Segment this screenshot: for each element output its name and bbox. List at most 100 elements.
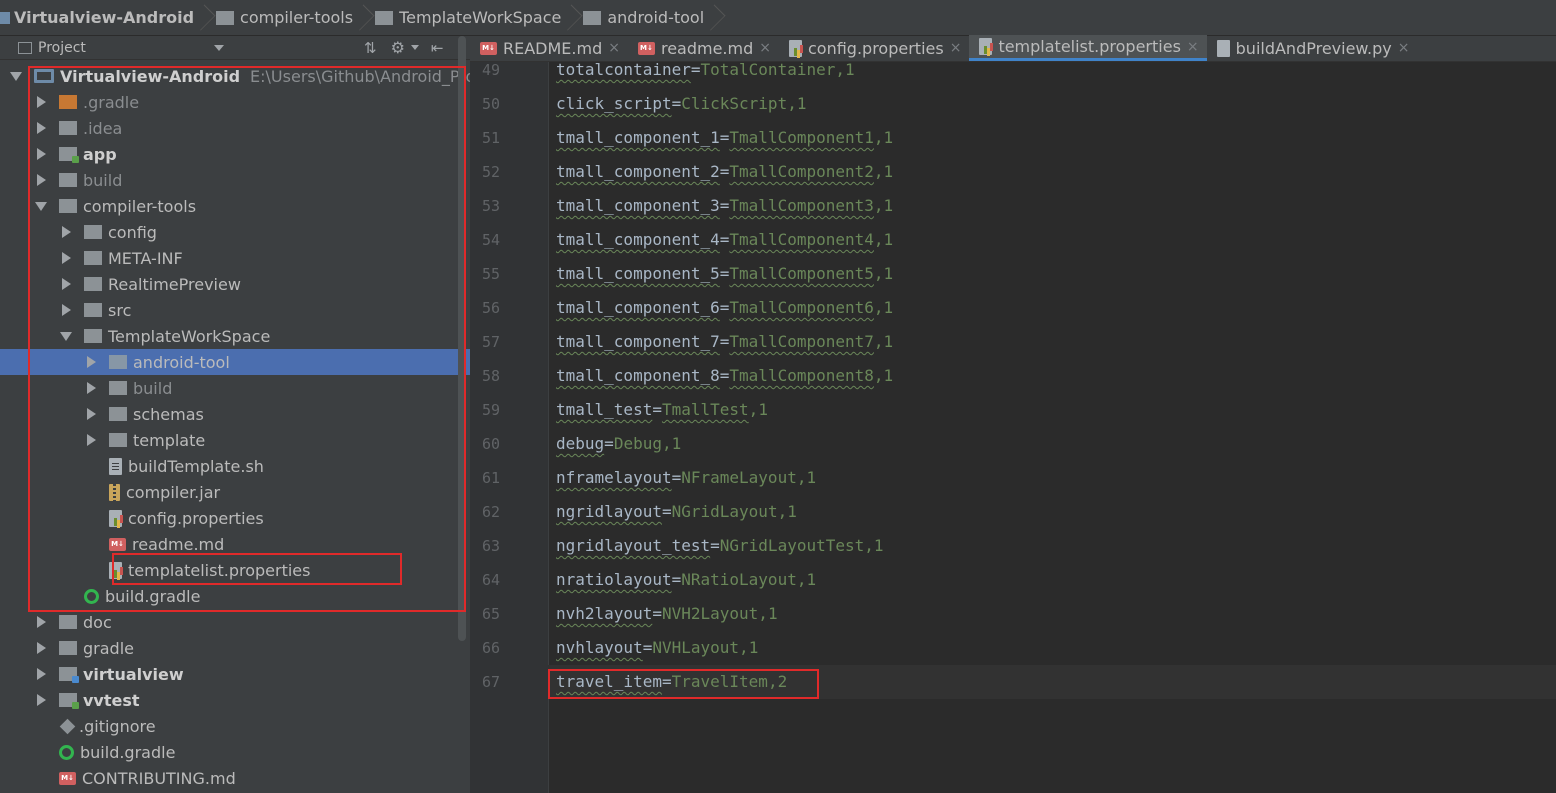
close-tab-icon[interactable]: × [950, 40, 962, 56]
property-key: click_script [556, 94, 672, 113]
properties-file-icon [789, 39, 802, 57]
code-line[interactable]: tmall_component_7=TmallComponent7,1 [556, 325, 893, 359]
breadcrumb-item[interactable]: Virtualview-Android [0, 0, 216, 36]
property-number: 1 [845, 62, 855, 79]
code-line[interactable]: tmall_component_4=TmallComponent4,1 [556, 223, 893, 257]
property-value: NGridLayout [671, 502, 778, 521]
assignment-operator: = [652, 604, 662, 623]
code-line[interactable]: ngridlayout=NGridLayout,1 [556, 495, 797, 529]
project-panel-title[interactable]: Project [38, 40, 214, 56]
tree-node[interactable]: virtualview [0, 661, 470, 687]
property-value: TotalContainer [700, 62, 836, 79]
editor-tab[interactable]: buildAndPreview.py × [1207, 35, 1418, 61]
breadcrumb-separator [353, 0, 363, 36]
breadcrumb-separator [561, 0, 571, 36]
code-line[interactable]: nratiolayout=NRatioLayout,1 [556, 563, 816, 597]
comma-separator: , [873, 162, 884, 181]
property-number: 1 [883, 230, 894, 249]
breadcrumb-item[interactable]: TemplateWorkSpace [375, 0, 583, 36]
collapse-all-icon[interactable]: ⇅ [364, 39, 377, 57]
comma-separator: , [758, 604, 768, 623]
collapsed-arrow-icon[interactable] [35, 642, 47, 654]
property-key: nframelayout [556, 468, 672, 487]
tree-node[interactable]: gradle [0, 635, 470, 661]
code-line[interactable]: tmall_test=TmallTest,1 [556, 393, 768, 427]
property-key: totalcontainer [556, 62, 691, 79]
collapsed-arrow-icon[interactable] [35, 668, 47, 680]
collapsed-arrow-icon[interactable] [35, 694, 47, 706]
assignment-operator: = [719, 162, 730, 181]
markdown-file-icon: M↓ [480, 41, 497, 55]
assignment-operator: = [719, 264, 730, 283]
code-line[interactable]: tmall_component_3=TmallComponent3,1 [556, 189, 893, 223]
code-line[interactable]: tmall_component_5=TmallComponent5,1 [556, 257, 893, 291]
property-number: 1 [671, 434, 682, 453]
close-tab-icon[interactable]: × [1398, 40, 1410, 56]
code-line[interactable]: debug=Debug,1 [556, 427, 681, 461]
comma-separator: , [777, 502, 788, 521]
editor-tab[interactable]: M↓ readme.md × [628, 35, 779, 61]
property-number: 1 [883, 196, 894, 215]
code-line[interactable]: tmall_component_2=TmallComponent2,1 [556, 155, 893, 189]
property-key: tmall_component_4 [556, 230, 720, 249]
property-value: Debug [613, 434, 662, 453]
code-line[interactable]: tmall_component_8=TmallComponent8,1 [556, 359, 893, 393]
property-key: tmall_component_7 [556, 332, 720, 351]
annotation-box-templatelist-file [112, 553, 402, 585]
hide-panel-icon[interactable]: ⇤ [431, 39, 444, 57]
code-line[interactable]: nvhlayout=NVHLayout,1 [556, 631, 758, 665]
folder-icon [59, 641, 77, 655]
assignment-operator: = [710, 536, 720, 555]
code-line[interactable]: ngridlayout_test=NGridLayoutTest,1 [556, 529, 884, 563]
property-number: 1 [787, 502, 797, 521]
code-line[interactable]: nframelayout=NFrameLayout,1 [556, 461, 816, 495]
comma-separator: , [835, 62, 845, 79]
gear-icon[interactable]: ⚙ [391, 38, 405, 57]
editor-tab-label: buildAndPreview.py [1235, 38, 1392, 58]
code-line[interactable]: nvh2layout=NVH2Layout,1 [556, 597, 778, 631]
property-value: TmallComponent2 [729, 162, 874, 181]
expanded-arrow-icon[interactable] [10, 70, 22, 82]
breadcrumb-item[interactable]: android-tool [583, 0, 726, 36]
module-icon [59, 693, 79, 709]
close-tab-icon[interactable]: × [759, 40, 771, 56]
property-key: tmall_component_2 [556, 162, 720, 181]
property-number: 1 [883, 128, 894, 147]
assignment-operator: = [652, 400, 662, 419]
close-tab-icon[interactable]: × [1187, 39, 1199, 55]
property-key: ngridlayout [556, 502, 662, 521]
tree-node[interactable]: build.gradle [0, 739, 470, 765]
tree-node[interactable]: .gitignore [0, 713, 470, 739]
editor-tab[interactable]: templatelist.properties × [969, 35, 1207, 61]
tree-node[interactable]: vvtest [0, 687, 470, 713]
code-line[interactable]: tmall_component_6=TmallComponent6,1 [556, 291, 893, 325]
project-view-dropdown-icon[interactable] [214, 44, 224, 51]
property-number: 1 [883, 264, 894, 283]
property-number: 1 [806, 570, 817, 589]
editor-tab[interactable]: M↓ README.md × [470, 35, 628, 61]
code-line[interactable]: tmall_component_1=TmallComponent1,1 [556, 121, 893, 155]
breadcrumb-item[interactable]: compiler-tools [216, 0, 375, 36]
tree-node[interactable]: M↓ CONTRIBUTING.md [0, 765, 470, 791]
comma-separator: , [873, 366, 884, 385]
breadcrumb-label: Virtualview-Android [14, 8, 195, 27]
code-line[interactable]: totalcontainer=TotalContainer,1 [556, 62, 855, 87]
code-line[interactable]: click_script=ClickScript,1 [556, 87, 806, 121]
assignment-operator: = [719, 196, 730, 215]
tree-node[interactable]: doc [0, 609, 470, 635]
editor-tab[interactable]: config.properties × [779, 35, 969, 61]
assignment-operator: = [690, 62, 701, 79]
gear-dropdown-icon[interactable] [410, 45, 419, 50]
comma-separator: , [864, 536, 874, 555]
project-view-icon[interactable] [18, 41, 32, 54]
property-key: tmall_component_1 [556, 128, 720, 147]
line-number: 60 [481, 435, 500, 453]
editor-tab-label: readme.md [660, 38, 754, 58]
property-value: TmallComponent1 [729, 128, 874, 147]
editor-tab-label: templatelist.properties [998, 37, 1181, 56]
assignment-operator: = [719, 332, 730, 351]
close-tab-icon[interactable]: × [608, 40, 620, 56]
collapsed-arrow-icon[interactable] [35, 616, 47, 628]
property-number: 1 [767, 604, 778, 623]
breadcrumb: Virtualview-Android compiler-tools Templat… [0, 0, 1556, 36]
